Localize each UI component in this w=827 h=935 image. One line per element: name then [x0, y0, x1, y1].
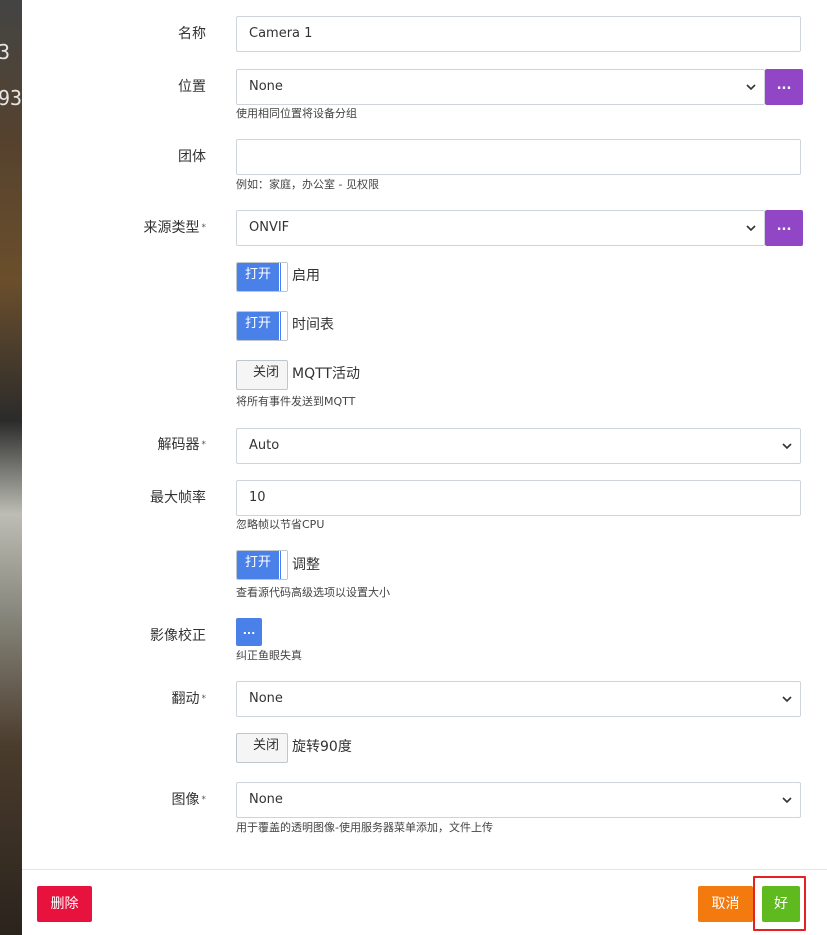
decoder-select-value: Auto	[249, 438, 280, 453]
schedule-toggle[interactable]: 打开	[236, 311, 288, 341]
rotate-label: 旋转90度	[292, 739, 352, 755]
dewarp-help: 纠正鱼眼失真	[236, 649, 302, 662]
source-type-label-text: 来源类型	[143, 220, 200, 236]
resize-toggle[interactable]: 打开	[236, 550, 288, 580]
resize-help: 查看源代码高级选项以设置大小	[236, 586, 390, 599]
flip-select-value: None	[249, 691, 283, 706]
schedule-label: 时间表	[292, 317, 334, 333]
toggle-track	[280, 263, 287, 291]
flip-select[interactable]: None	[236, 681, 801, 717]
chevron-down-icon	[746, 83, 756, 91]
source-type-select[interactable]: ONVIF	[236, 210, 765, 246]
chevron-down-icon	[782, 442, 792, 450]
image-label-text: 图像	[171, 792, 200, 808]
rotate-toggle[interactable]: 关闭	[236, 733, 288, 763]
enabled-toggle[interactable]: 打开	[236, 262, 288, 292]
camera-settings-dialog: 名称 Camera 1 位置 None ... 使用相同位置将设备分组 团体 例…	[22, 0, 827, 935]
required-marker: *	[201, 795, 207, 805]
max-fps-label: 最大帧率	[150, 490, 206, 506]
flip-label: 翻动 *	[22, 689, 207, 709]
toggle-state: 关闭	[252, 365, 279, 380]
overlay-text: 93	[0, 86, 22, 110]
ok-button[interactable]: 好	[762, 886, 800, 922]
location-select-value: None	[249, 79, 283, 94]
source-type-label: 来源类型 *	[22, 218, 207, 238]
location-help: 使用相同位置将设备分组	[236, 107, 357, 120]
decoder-label: 解码器 *	[22, 435, 207, 455]
toggle-state: 打开	[244, 555, 271, 570]
image-label: 图像 *	[22, 790, 207, 810]
image-select-value: None	[249, 792, 283, 807]
chevron-down-icon	[782, 796, 792, 804]
dewarp-label: 影像校正	[150, 628, 206, 644]
image-help: 用于覆盖的透明图像-使用服务器菜单添加，文件上传	[236, 821, 493, 834]
mqtt-toggle[interactable]: 关闭	[236, 360, 288, 390]
image-select[interactable]: None	[236, 782, 801, 818]
required-marker: *	[201, 440, 207, 450]
delete-button[interactable]: 删除	[37, 886, 92, 922]
location-more-button[interactable]: ...	[765, 69, 803, 105]
max-fps-help: 忽略帧以节省CPU	[236, 518, 325, 531]
enabled-label: 启用	[292, 268, 320, 284]
toggle-track	[280, 551, 287, 579]
location-label: 位置	[178, 79, 206, 95]
footer-divider	[22, 869, 827, 870]
max-fps-input[interactable]: 10	[236, 480, 801, 516]
name-input[interactable]: Camera 1	[236, 16, 801, 52]
background-camera-feed: 3 93	[0, 0, 22, 935]
toggle-track	[280, 312, 287, 340]
dewarp-button[interactable]: ...	[236, 618, 262, 646]
chevron-down-icon	[782, 695, 792, 703]
toggle-state: 打开	[244, 316, 271, 331]
source-type-select-value: ONVIF	[249, 220, 290, 235]
cancel-button[interactable]: 取消	[698, 886, 753, 922]
name-label: 名称	[178, 26, 206, 42]
mqtt-help: 将所有事件发送到MQTT	[236, 395, 356, 408]
decoder-label-text: 解码器	[157, 437, 200, 453]
toggle-state: 关闭	[252, 738, 279, 753]
resize-label: 调整	[292, 557, 320, 573]
mqtt-label: MQTT活动	[292, 366, 360, 382]
required-marker: *	[201, 694, 207, 704]
source-type-more-button[interactable]: ...	[765, 210, 803, 246]
flip-label-text: 翻动	[171, 691, 200, 707]
overlay-text: 3	[0, 40, 11, 64]
location-select[interactable]: None	[236, 69, 765, 105]
group-help: 例如：家庭，办公室 - 见权限	[236, 178, 379, 191]
toggle-state: 打开	[244, 267, 271, 282]
required-marker: *	[201, 223, 207, 233]
group-label: 团体	[178, 149, 206, 165]
decoder-select[interactable]: Auto	[236, 428, 801, 464]
group-input[interactable]	[236, 139, 801, 175]
chevron-down-icon	[746, 224, 756, 232]
